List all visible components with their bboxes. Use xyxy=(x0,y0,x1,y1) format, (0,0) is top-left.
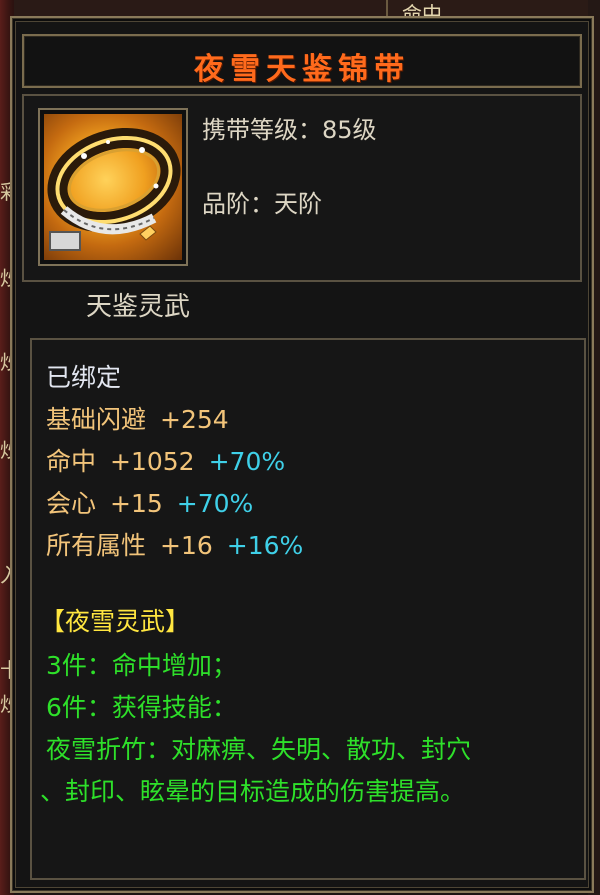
set-title: 【夜雪灵武】 xyxy=(40,607,191,636)
item-name: 夜雪天鉴锦带 xyxy=(194,52,410,87)
stat-line: 所有属性 +16 +16% xyxy=(46,530,303,562)
set-bonus-6: 6件：获得技能： xyxy=(46,693,237,722)
stat-value: +254 xyxy=(160,405,229,434)
item-icon-frame[interactable] xyxy=(38,108,188,266)
stat-value: +16 xyxy=(160,531,213,560)
item-title-bar: 夜雪天鉴锦带 xyxy=(22,34,582,88)
carry-level: 携带等级：85级 xyxy=(202,116,377,144)
stat-percent: +16% xyxy=(226,531,304,560)
skill-description-line: 、封印、眩晕的目标造成的伤害提高。 xyxy=(40,777,466,806)
stat-name: 所有属性 xyxy=(46,531,147,560)
item-tooltip: 夜雪天鉴锦带 携带等级：85级 品阶：天阶 天鉴灵武 已绑定 基础闪避 +254… xyxy=(10,16,594,893)
stat-percent: +70% xyxy=(176,489,254,518)
golden-belt-icon xyxy=(44,114,182,260)
stat-value: +15 xyxy=(110,489,163,518)
skill-description-line: 夜雪折竹：对麻痹、失明、散功、封穴 xyxy=(46,735,472,764)
stat-name: 会心 xyxy=(46,489,97,518)
attribute-box: 已绑定 基础闪避 +254 命中 +1052 +70% 会心 +15 +70% 所有属性 +… xyxy=(30,338,586,880)
stat-line: 命中 +1052 +70% xyxy=(46,446,285,478)
bound-status: 已绑定 xyxy=(46,363,122,392)
stat-line: 基础闪避 +254 xyxy=(46,404,229,436)
stat-name: 命中 xyxy=(46,447,97,476)
item-grade: 品阶：天阶 xyxy=(202,190,322,218)
set-bonus-3: 3件：命中增加； xyxy=(46,651,237,680)
game-screen: 彩 炒 炒 炒 入 卡 炒 命中 夜雪天鉴锦带 携带等级：85级 品阶：天阶 天… xyxy=(0,0,600,895)
stat-line: 会心 +15 +70% xyxy=(46,488,253,520)
item-info-box: 携带等级：85级 品阶：天阶 xyxy=(22,94,582,282)
stat-name: 基础闪避 xyxy=(46,405,147,434)
stat-value: +1052 xyxy=(110,447,195,476)
set-label: 天鉴灵武 xyxy=(86,292,191,322)
stat-percent: +70% xyxy=(208,447,286,476)
